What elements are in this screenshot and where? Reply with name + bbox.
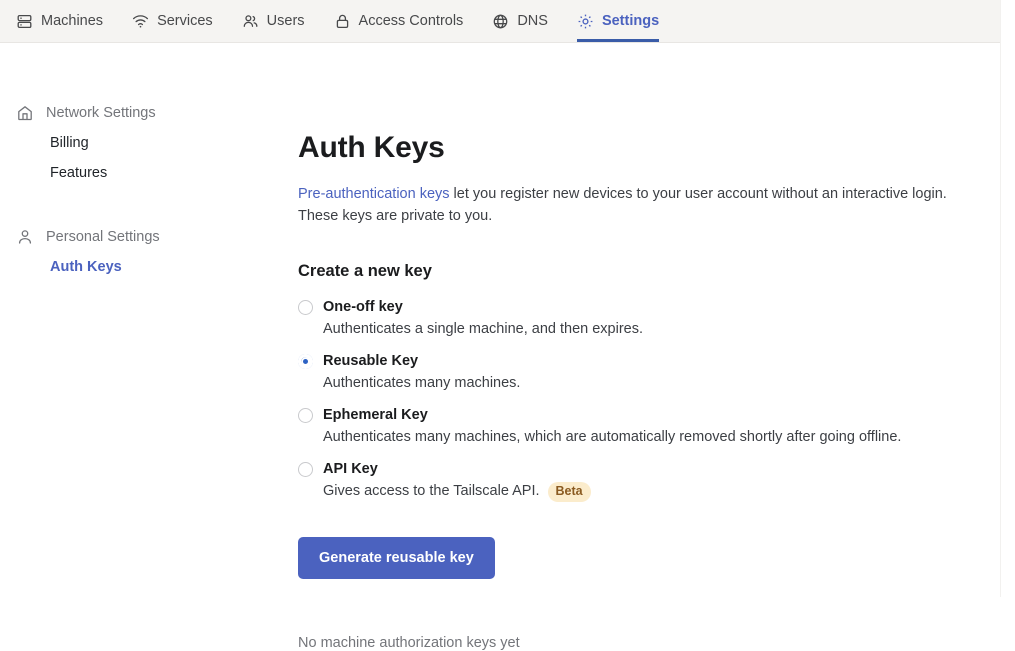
sidebar-item-features[interactable]: Features [16,158,290,188]
person-icon [16,228,34,246]
nav-item-settings[interactable]: Settings [576,0,673,42]
option-reusable-key: Reusable Key Authenticates many machines… [298,353,985,394]
server-stack-icon [16,13,33,30]
nav-label-machines: Machines [41,12,104,29]
sidebar-heading-personal-settings[interactable]: Personal Settings [16,222,290,252]
wifi-icon [132,13,149,30]
sidebar-item-billing[interactable]: Billing [16,128,290,158]
lock-icon [334,13,351,30]
option-row-api-key[interactable]: API Key [298,461,985,478]
sidebar: Network Settings Billing Features Person… [0,43,290,597]
main-content: Auth Keys Pre-authentication keys let yo… [290,43,1015,651]
gear-icon [577,13,594,30]
nav-label-dns: DNS [517,12,548,29]
users-icon [242,13,259,30]
sidebar-group-personal-settings: Personal Settings Auth Keys [16,222,290,282]
option-row-reusable-key[interactable]: Reusable Key [298,353,985,370]
vertical-scrollbar[interactable] [1000,0,1015,597]
nav-item-users[interactable]: Users [242,0,319,42]
radio-api-key[interactable] [298,461,313,477]
option-api-key: API Key Gives access to the Tailscale AP… [298,461,985,503]
option-one-off-key: One-off key Authenticates a single machi… [298,299,985,340]
sidebar-group-network-settings: Network Settings Billing Features [16,98,290,188]
nav-label-users: Users [266,12,305,29]
option-label-one-off-key: One-off key [323,298,403,315]
sidebar-heading-label-personal-settings: Personal Settings [46,229,160,245]
nav-label-settings: Settings [601,12,660,29]
option-description-api-key: Gives access to the Tailscale API. Beta [323,482,985,503]
option-description-reusable-key: Authenticates many machines. [323,374,985,394]
radio-ephemeral-key[interactable] [298,408,313,424]
option-description-text-one-off-key: Authenticates a single machine, and then… [323,321,644,338]
option-description-one-off-key: Authenticates a single machine, and then… [323,320,985,340]
active-tab-underline [576,39,660,42]
section-title-create-new-key: Create a new key [298,261,432,280]
nav-item-access-controls[interactable]: Access Controls [334,0,478,42]
top-navigation-bar: Machines Services Users Access Controls … [0,0,1015,43]
generate-reusable-key-button[interactable]: Generate reusable key [298,537,495,580]
sidebar-heading-label-network-settings: Network Settings [46,105,156,121]
sidebar-item-auth-keys[interactable]: Auth Keys [16,252,290,282]
option-description-text-api-key: Gives access to the Tailscale API. [323,483,540,500]
globe-icon [492,13,509,30]
page-body: Network Settings Billing Features Person… [0,43,1015,651]
page-title: Auth Keys [298,131,445,164]
empty-state-message: No machine authorization keys yet [298,635,520,651]
status-badge-beta: Beta [547,482,591,503]
pre-authentication-keys-link[interactable]: Pre-authentication keys [298,186,450,202]
radio-reusable-key[interactable] [298,354,313,370]
option-description-ephemeral-key: Authenticates many machines, which are a… [323,428,985,448]
option-description-text-reusable-key: Authenticates many machines. [323,375,521,392]
option-description-text-ephemeral-key: Authenticates many machines, which are a… [323,429,902,446]
option-row-ephemeral-key[interactable]: Ephemeral Key [298,407,985,424]
nav-label-access-controls: Access Controls [358,12,464,29]
nav-label-services: Services [157,12,213,29]
nav-item-dns[interactable]: DNS [492,0,562,42]
option-label-ephemeral-key: Ephemeral Key [323,406,428,423]
home-icon [16,104,34,122]
nav-item-machines[interactable]: Machines [16,0,117,42]
option-row-one-off-key[interactable]: One-off key [298,299,985,316]
intro-paragraph: Pre-authentication keys let you register… [298,183,985,228]
radio-one-off-key[interactable] [298,300,313,316]
sidebar-heading-network-settings[interactable]: Network Settings [16,98,290,128]
option-ephemeral-key: Ephemeral Key Authenticates many machine… [298,407,985,448]
option-label-reusable-key: Reusable Key [323,352,419,369]
nav-item-services[interactable]: Services [132,0,227,42]
option-label-api-key: API Key [323,460,378,477]
